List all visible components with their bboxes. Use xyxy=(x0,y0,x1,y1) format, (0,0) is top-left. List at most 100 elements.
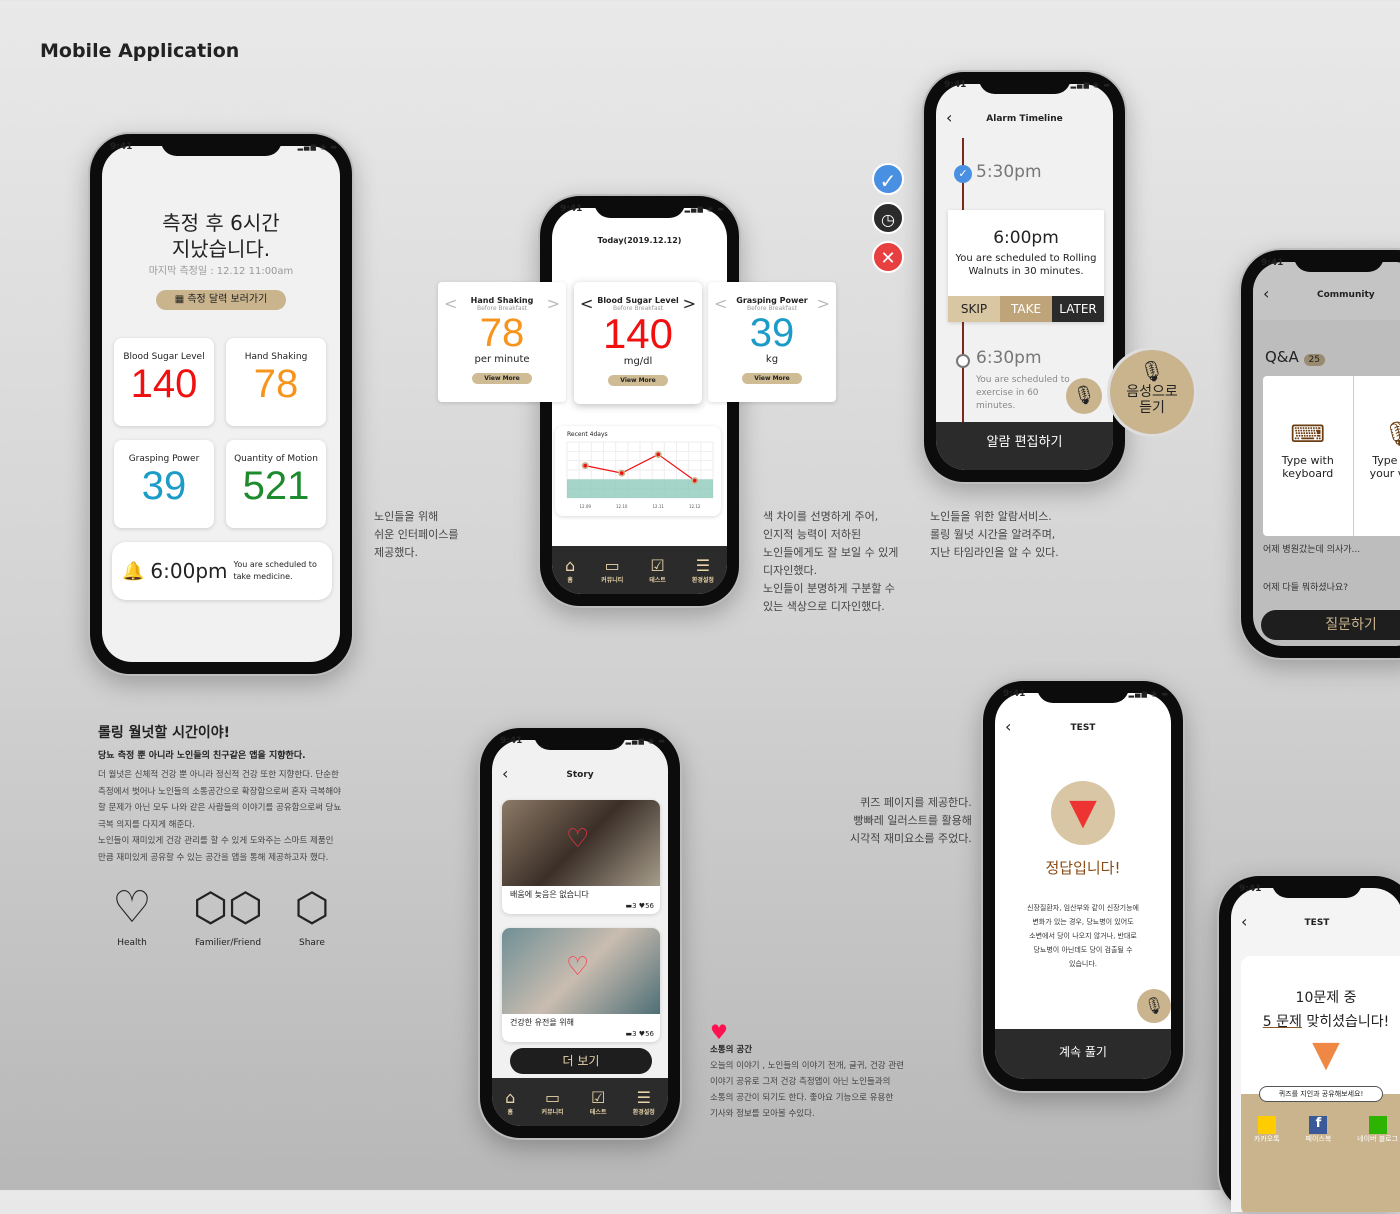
voice-listen-button[interactable]: 🎙음성으로 듣기 xyxy=(1110,350,1194,434)
heart-icon: ♡ xyxy=(566,824,589,854)
tile-hand-shaking[interactable]: Hand Shaking78 xyxy=(226,338,326,426)
bell-icon: 🔔 xyxy=(122,561,144,582)
share-naver-blog[interactable]: 네이버 블로그 xyxy=(1357,1116,1398,1144)
phone-test: 9:41▂▄▆ ◉ ▬ ‹ TEST ▼ 정답입니다! 신장질환자, 임산부와 … xyxy=(981,679,1185,1093)
share-kakao[interactable]: 카카오톡 xyxy=(1254,1116,1280,1144)
heart-icon: ♡ xyxy=(566,952,589,982)
home-icon: ⌂ xyxy=(505,1089,515,1107)
card-unit: per minute xyxy=(438,354,566,365)
story-post[interactable]: ♡ 건강한 유전을 위해 ▬3 ♥56 xyxy=(502,928,660,1042)
mic-button[interactable]: 🎙 xyxy=(1137,989,1171,1023)
home-icon: ⌂ xyxy=(565,557,575,575)
caption-alarm: 노인들을 위한 알람서비스.롤링 월넛 시간을 알려주며,지난 타임라인을 알 … xyxy=(930,508,1059,562)
phone-result: 9:41 ‹ TEST 10문제 중5 문제 맞히셨습니다! ▼ 퀴즈를 지인과… xyxy=(1217,874,1400,1214)
next-icon[interactable]: > xyxy=(683,294,696,313)
about-section: 롤링 월넛할 시간이야! 당뇨 측정 뿐 아니라 노인들의 친구같은 앱을 지향… xyxy=(98,722,358,866)
result-card: 10문제 중5 문제 맞히셨습니다! ▼ 퀴즈를 지인과 공유해보세요! 카카오… xyxy=(1241,956,1400,1212)
data-point xyxy=(583,464,587,468)
people-heart-icon: ⬡⬡ xyxy=(186,878,270,938)
tile-blood-sugar[interactable]: Blood Sugar Level140 xyxy=(114,338,214,426)
alarm-current-card: 6:00pm You are scheduled to Rolling Waln… xyxy=(948,210,1104,322)
continue-button[interactable]: 계속 풀기 xyxy=(995,1029,1171,1079)
next-icon[interactable]: > xyxy=(547,294,560,313)
next-icon[interactable]: > xyxy=(817,294,830,313)
card-blood-sugar[interactable]: <> Blood Sugar LevelBefore Breakfast 140… xyxy=(574,282,702,404)
screen-title: Alarm Timeline xyxy=(936,114,1113,124)
ask-question-button[interactable]: 질문하기 xyxy=(1261,610,1400,640)
share-icon: ⬡ xyxy=(282,878,342,938)
view-more-button[interactable]: View More xyxy=(742,373,801,384)
post-stats: ▬3 ♥56 xyxy=(625,902,654,910)
screen-title: Community xyxy=(1317,290,1375,300)
page-title: Mobile Application xyxy=(40,40,239,62)
caption-interface: 노인들을 위해쉬운 인터페이스를제공했다. xyxy=(374,508,458,562)
card-grasping[interactable]: <> Grasping PowerBefore Breakfast 39kg V… xyxy=(708,282,836,402)
status-time: 9:41 xyxy=(500,736,522,746)
alarm-text: You are scheduled to Rolling Walnuts in … xyxy=(948,248,1104,282)
view-more-button[interactable]: View More xyxy=(608,375,667,386)
prev-icon[interactable]: < xyxy=(714,294,727,313)
cross-icon: ✕ xyxy=(872,241,904,273)
facebook-icon: f xyxy=(1309,1116,1327,1134)
share-feature: ⬡Share xyxy=(282,878,342,948)
chat-icon: ▭ xyxy=(542,1089,564,1107)
keyboard-option[interactable]: ⌨Type with keyboard xyxy=(1263,376,1354,536)
headline: 지났습니다. xyxy=(102,236,340,262)
x-tick-label: 12.10 xyxy=(616,504,628,509)
screen-title: TEST xyxy=(995,723,1171,733)
nav-settings[interactable]: ☰환경설정 xyxy=(692,557,714,584)
back-icon[interactable]: ‹ xyxy=(1263,284,1269,303)
checkbox-icon: ☑ xyxy=(590,1089,607,1107)
story-post[interactable]: ♡ 배움에 늦음은 없습니다 ▬3 ♥56 xyxy=(502,800,660,914)
data-point xyxy=(620,471,624,475)
alarm-card[interactable]: 🔔 6:00pm You are scheduled to take medic… xyxy=(112,542,332,600)
card-value: 78 xyxy=(438,312,566,354)
alarm-text: You are scheduled to exercise in 60 minu… xyxy=(976,374,1074,413)
prev-icon[interactable]: < xyxy=(580,294,593,313)
post-item[interactable]: 어제 병원갔는데 의사가... xyxy=(1263,542,1360,555)
tile-grasping[interactable]: Grasping Power39 xyxy=(114,440,214,528)
more-button[interactable]: 더 보기 xyxy=(510,1048,652,1074)
share-facebook[interactable]: f페이스북 xyxy=(1306,1116,1332,1144)
card-hand-shaking[interactable]: <> Hand ShakingBefore Breakfast 78per mi… xyxy=(438,282,566,402)
tile-value: 78 xyxy=(226,362,326,407)
screen-title: TEST xyxy=(1231,918,1400,928)
keyboard-icon: ⌨ xyxy=(1263,420,1353,448)
screen-title: Story xyxy=(492,770,668,780)
nav-test[interactable]: ☑테스트 xyxy=(590,1089,607,1116)
voice-option[interactable]: 🎙Type with your voice xyxy=(1354,376,1400,536)
later-button[interactable]: LATER xyxy=(1052,296,1104,322)
nav-community[interactable]: ▭커뮤니티 xyxy=(542,1089,564,1116)
view-more-button[interactable]: View More xyxy=(472,373,531,384)
status-time: 9:41 xyxy=(560,204,582,214)
nav-home[interactable]: ⌂홈 xyxy=(565,557,575,584)
skip-button[interactable]: SKIP xyxy=(948,296,1000,322)
alarm-time: 6:00pm xyxy=(150,559,227,583)
share-prompt: 퀴즈를 지인과 공유해보세요! xyxy=(1259,1086,1383,1102)
alarm-text: You are scheduled to take medicine. xyxy=(234,559,322,583)
post-item[interactable]: 어제 다들 뭐하셨나요? xyxy=(1263,580,1348,593)
nav-community[interactable]: ▭커뮤니티 xyxy=(601,557,623,584)
chart-card: Recent 4days 12.0912.1012.1112.12 xyxy=(555,426,721,516)
take-button[interactable]: TAKE xyxy=(1000,296,1052,322)
tile-motion[interactable]: Quantity of Motion521 xyxy=(226,440,326,528)
timeline-time: 5:30pm xyxy=(976,162,1042,182)
card-value: 140 xyxy=(574,312,702,356)
nav-home[interactable]: ⌂홈 xyxy=(505,1089,515,1116)
tile-value: 140 xyxy=(114,362,214,407)
nav-settings[interactable]: ☰환경설정 xyxy=(633,1089,655,1116)
edit-alarm-button[interactable]: 알람 편집하기 xyxy=(936,422,1113,470)
prev-icon[interactable]: < xyxy=(444,294,457,313)
calendar-button[interactable]: ▦ 측정 달력 보러가기 xyxy=(156,290,286,310)
alarm-time: 6:00pm xyxy=(948,228,1104,248)
qa-count-badge: 25 xyxy=(1304,354,1325,366)
mic-button[interactable]: 🎙 xyxy=(1066,378,1102,414)
tile-value: 39 xyxy=(114,464,214,509)
chat-icon: ▭ xyxy=(601,557,623,575)
mic-icon: 🎙 xyxy=(1110,358,1194,384)
data-point xyxy=(693,479,697,483)
sliders-icon: ☰ xyxy=(692,557,714,575)
voice-label: 음성으로 듣기 xyxy=(1110,384,1194,416)
nav-test[interactable]: ☑테스트 xyxy=(649,557,666,584)
correct-message: 정답입니다! xyxy=(995,857,1171,878)
